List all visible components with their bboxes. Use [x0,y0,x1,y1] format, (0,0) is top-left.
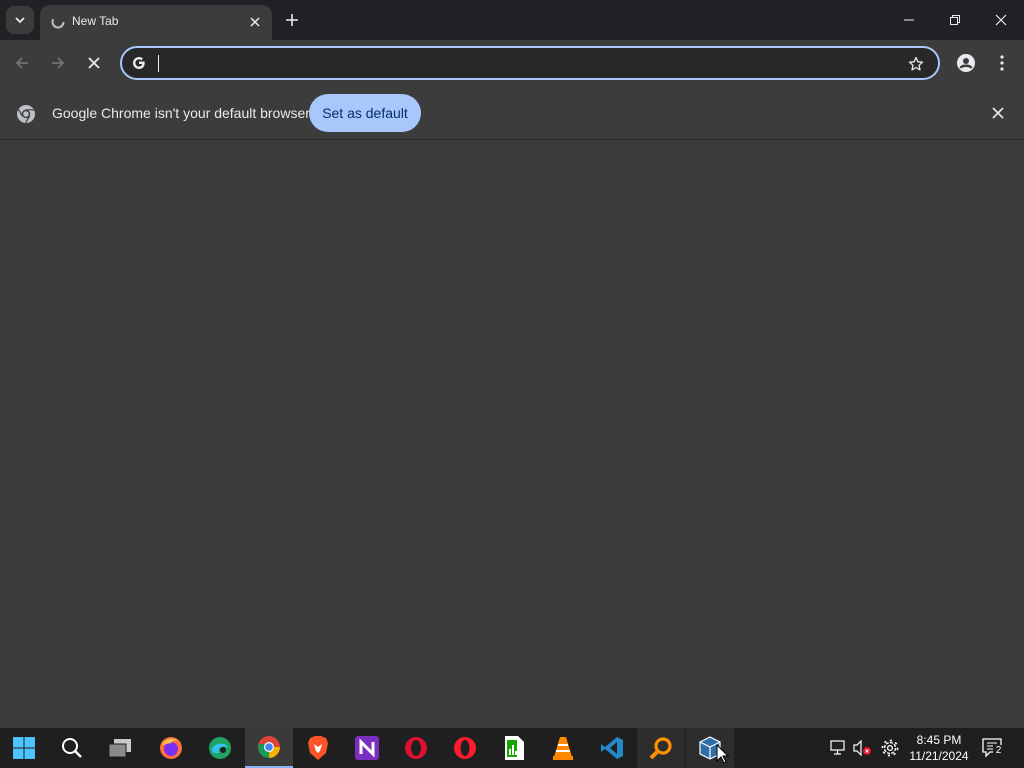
arrow-right-icon [52,57,65,69]
brave-icon [308,736,328,760]
arrow-left-icon [15,57,28,69]
clock-date: 11/21/2024 [909,749,969,763]
screen: New Tab Google Chrome isn't your default… [0,0,1024,768]
taskbar-firefox[interactable] [147,728,195,768]
star-icon [908,56,924,71]
back-button[interactable] [7,48,37,78]
opera-icon [405,737,427,759]
edge-icon [209,737,231,759]
notification-center-button[interactable]: 2 [982,738,1004,758]
stop-loading-button[interactable] [79,48,109,78]
start-icon [13,737,35,759]
more-vert-icon [1000,55,1004,71]
close-window-button[interactable] [978,0,1024,40]
minimize-icon [904,19,914,21]
taskbar-edge[interactable] [196,728,244,768]
gear-icon [881,739,899,757]
close-icon [992,107,1004,119]
network-icon [830,740,845,755]
taskbar-notion[interactable] [343,728,391,768]
profile-button[interactable] [951,48,981,78]
tab-new-tab[interactable]: New Tab [40,5,272,40]
infobar-close-button[interactable] [988,103,1008,123]
tab-close-button[interactable] [246,13,264,31]
volume-muted-icon [853,740,871,756]
task-view-icon [108,739,131,758]
forward-button[interactable] [43,48,73,78]
loading-favicon-icon [51,15,65,29]
taskbar-opera[interactable] [392,728,440,768]
chrome-icon [17,105,35,124]
page-content [0,141,1024,728]
mouse-cursor-icon [716,744,730,764]
set-as-default-button[interactable]: Set as default [309,94,421,132]
new-tab-button[interactable] [281,9,303,31]
firefox-icon [160,737,182,759]
infobar-message: Google Chrome isn't your default browser [52,105,310,121]
libreoffice-calc-icon [505,736,524,760]
volume-tray-button[interactable] [853,738,873,758]
taskbar-opera-gx[interactable] [441,728,489,768]
notification-count: 2 [993,745,1004,757]
google-g-icon [133,57,145,69]
toolbar [0,40,1024,86]
notion-icon [355,736,379,760]
search-icon [62,738,82,758]
taskbar-search-everything[interactable] [637,728,685,768]
menu-button[interactable] [987,48,1017,78]
address-input[interactable] [156,52,896,74]
taskbar-search-button[interactable] [48,728,96,768]
plus-icon [286,14,298,26]
taskbar-clock[interactable]: 8:45 PM 11/21/2024 [906,732,972,764]
close-icon [250,17,260,27]
vlc-icon [553,737,573,760]
network-tray-button[interactable] [829,738,849,758]
opera-gx-icon [454,737,476,759]
taskbar-chrome[interactable] [245,728,293,768]
taskbar-brave[interactable] [294,728,342,768]
restore-button[interactable] [932,0,978,40]
start-button[interactable] [0,728,48,768]
close-icon [995,14,1007,26]
clock-time: 8:45 PM [916,733,962,747]
restore-icon [950,15,960,25]
task-view-button[interactable] [96,728,144,768]
tab-search-button[interactable] [6,6,34,34]
chevron-down-icon [15,17,25,24]
settings-tray-button[interactable] [880,738,900,758]
bookmark-button[interactable] [906,54,926,74]
tab-title: New Tab [72,14,119,28]
close-icon [88,57,100,69]
taskbar-libreoffice-calc[interactable] [490,728,538,768]
vscode-icon [601,737,623,759]
chrome-icon [258,736,280,758]
default-browser-infobar: Google Chrome isn't your default browser… [0,86,1024,140]
address-bar[interactable] [120,46,940,80]
taskbar: 8:45 PM 11/21/2024 2 [0,728,1024,768]
tab-strip: New Tab [0,0,1024,40]
avatar-icon [957,54,975,72]
taskbar-vlc[interactable] [539,728,587,768]
minimize-button[interactable] [886,0,932,40]
text-caret [158,55,159,72]
taskbar-vscode[interactable] [588,728,636,768]
search-everything-icon [649,737,672,760]
